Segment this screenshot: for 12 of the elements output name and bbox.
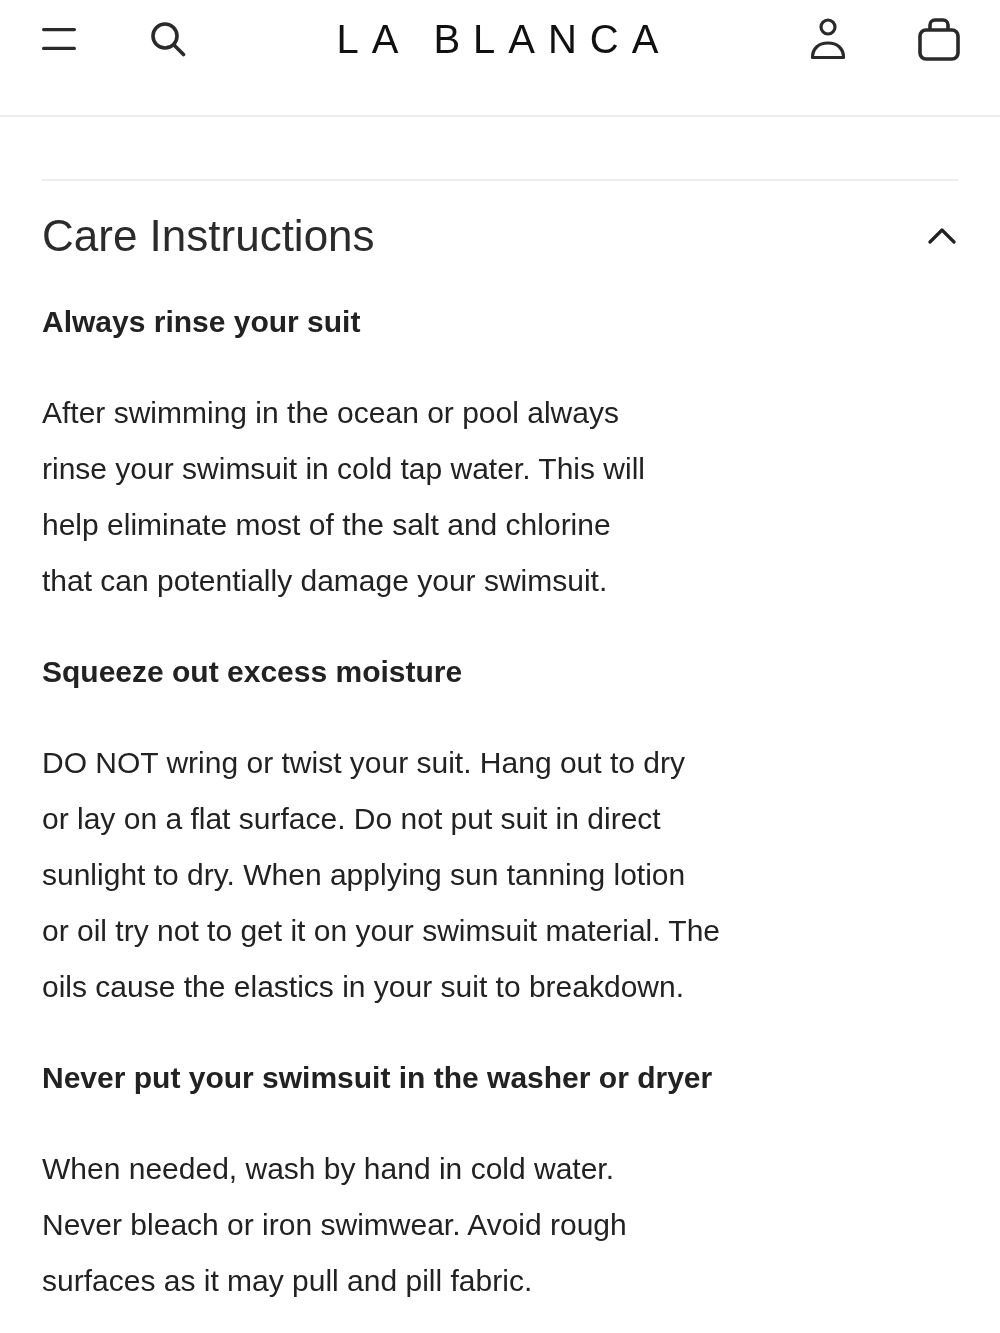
care-subheading: Never put your swimsuit in the washer or dryer xyxy=(42,1060,714,1096)
brand-logo[interactable]: LA BLANCA xyxy=(336,17,672,61)
menu-icon[interactable] xyxy=(42,28,76,50)
search-icon[interactable] xyxy=(150,21,186,57)
care-paragraph: DO NOT wring or twist your suit. Hang out to dry or lay on a flat surface. Do not put suit in direct sunlight to dry. When applying sun tanning lotion or oil try not to get it on your swimsuit material. The oils cause the elastics in your suit to breakdown. xyxy=(42,745,722,1005)
user-icon[interactable] xyxy=(809,18,847,60)
care-instructions-toggle[interactable]: Care Instructions xyxy=(42,210,958,262)
care-subheading: Always rinse your suit xyxy=(42,304,362,340)
shopping-bag-icon[interactable] xyxy=(918,17,960,61)
care-paragraph: When needed, wash by hand in cold water. Never bleach or iron swimwear. Avoid rough surfaces as it may pull and pill fabric. xyxy=(42,1151,628,1299)
care-subheading: Squeeze out excess moisture xyxy=(42,654,464,690)
care-paragraph: After swimming in the ocean or pool always rinse your swimsuit in cold tap water. This will help eliminate most of the salt and chlorine that can potentially damage your swimsuit. xyxy=(42,395,646,599)
